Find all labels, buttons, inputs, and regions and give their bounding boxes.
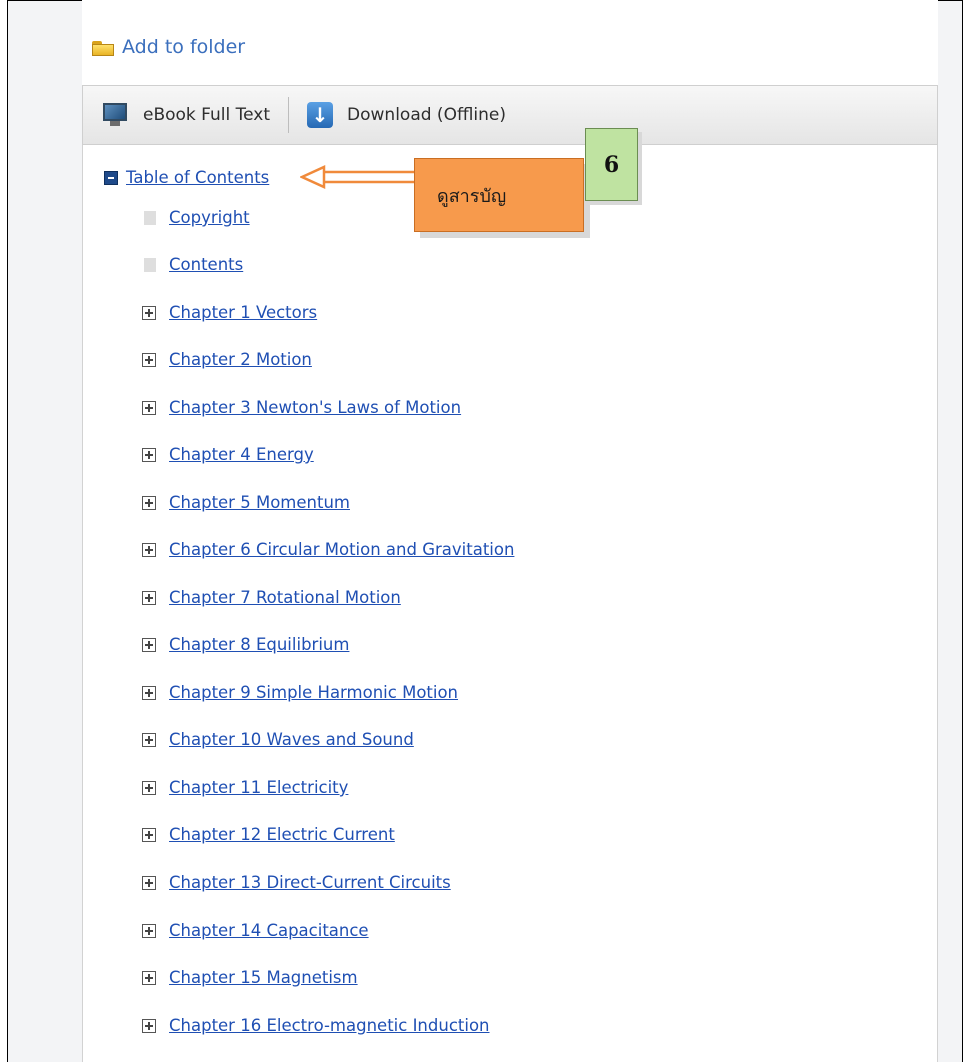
toc-chapter-row: Chapter 11 Electricity (142, 778, 348, 797)
toc-chapter-row: Chapter 10 Waves and Sound (142, 730, 414, 749)
chapter-link[interactable]: Chapter 9 Simple Harmonic Motion (169, 683, 458, 702)
toc-chapter-row: Chapter 7 Rotational Motion (142, 588, 401, 607)
page-icon (144, 257, 156, 272)
expand-icon[interactable] (142, 970, 156, 985)
toc-leaf-link[interactable]: Copyright (169, 208, 250, 227)
chapter-link[interactable]: Chapter 4 Energy (169, 445, 314, 464)
toc-title-link[interactable]: Table of Contents (126, 168, 269, 187)
toc-chapter-row: Chapter 16 Electro-magnetic Induction (142, 1016, 490, 1035)
chapter-link[interactable]: Chapter 14 Capacitance (169, 921, 369, 940)
chapter-link[interactable]: Chapter 5 Momentum (169, 493, 350, 512)
toc-chapter-row: Chapter 9 Simple Harmonic Motion (142, 683, 458, 702)
chapter-link[interactable]: Chapter 1 Vectors (169, 303, 317, 322)
chapter-link[interactable]: Chapter 13 Direct-Current Circuits (169, 873, 451, 892)
step-number: 6 (603, 151, 620, 178)
expand-icon[interactable] (142, 1018, 156, 1033)
toc-chapter-row: Chapter 6 Circular Motion and Gravitatio… (142, 540, 514, 559)
toc-chapter-row: Chapter 13 Direct-Current Circuits (142, 873, 451, 892)
expand-icon[interactable] (142, 305, 156, 320)
expand-icon[interactable] (142, 923, 156, 938)
toc-chapter-row: Chapter 14 Capacitance (142, 921, 369, 940)
chapter-link[interactable]: Chapter 15 Magnetism (169, 968, 358, 987)
toc-chapter-row: Chapter 12 Electric Current (142, 825, 395, 844)
toc-chapter-row: Chapter 4 Energy (142, 445, 314, 464)
chapter-link[interactable]: Chapter 8 Equilibrium (169, 635, 349, 654)
download-offline-label: Download (Offline) (347, 105, 506, 125)
chapter-link[interactable]: Chapter 12 Electric Current (169, 825, 395, 844)
expand-icon[interactable] (142, 685, 156, 700)
expand-icon[interactable] (142, 447, 156, 462)
page-icon (144, 210, 156, 225)
toc-chapter-row: Chapter 1 Vectors (142, 303, 317, 322)
add-to-folder-link[interactable]: Add to folder (92, 34, 245, 60)
annotation-callout: ดูสารบัญ (414, 158, 584, 232)
toc-leaf-row: Copyright (144, 208, 250, 227)
toc-chapter-row: Chapter 3 Newton's Laws of Motion (142, 398, 461, 417)
toc-leaf-row: Contents (144, 255, 243, 274)
format-toolbar: eBook Full Text Download (Offline) (82, 85, 938, 145)
toc-chapter-row: Chapter 15 Magnetism (142, 968, 358, 987)
expand-icon[interactable] (142, 542, 156, 557)
ebook-full-text-label: eBook Full Text (143, 105, 271, 125)
expand-icon[interactable] (142, 732, 156, 747)
annotation-arrow-icon (300, 165, 420, 189)
chapter-link[interactable]: Chapter 6 Circular Motion and Gravitatio… (169, 540, 514, 559)
chapter-link[interactable]: Chapter 7 Rotational Motion (169, 588, 401, 607)
ebook-full-text-button[interactable]: eBook Full Text (83, 86, 288, 144)
toc-chapter-row: Chapter 5 Momentum (142, 493, 350, 512)
folder-icon (92, 39, 114, 56)
add-to-folder-label: Add to folder (122, 36, 246, 58)
toc-leaf-link[interactable]: Contents (169, 255, 243, 274)
expand-icon[interactable] (142, 875, 156, 890)
chapter-link[interactable]: Chapter 10 Waves and Sound (169, 730, 414, 749)
toc-chapter-row: Chapter 8 Equilibrium (142, 635, 349, 654)
expand-icon[interactable] (142, 827, 156, 842)
step-number-badge: 6 (585, 128, 638, 201)
collapse-icon[interactable] (104, 170, 118, 185)
download-offline-button[interactable]: Download (Offline) (289, 86, 524, 144)
chapter-link[interactable]: Chapter 2 Motion (169, 350, 312, 369)
expand-icon[interactable] (142, 352, 156, 367)
expand-icon[interactable] (142, 780, 156, 795)
expand-icon[interactable] (142, 590, 156, 605)
annotation-callout-text: ดูสารบัญ (437, 185, 507, 207)
expand-icon[interactable] (142, 637, 156, 652)
expand-icon[interactable] (142, 400, 156, 415)
expand-icon[interactable] (142, 495, 156, 510)
chapter-link[interactable]: Chapter 11 Electricity (169, 778, 348, 797)
chapter-link[interactable]: Chapter 3 Newton's Laws of Motion (169, 398, 461, 417)
download-icon (307, 102, 334, 128)
toc-chapter-row: Chapter 2 Motion (142, 350, 312, 369)
monitor-icon (101, 102, 129, 128)
chapter-link[interactable]: Chapter 16 Electro-magnetic Induction (169, 1016, 490, 1035)
toc-header-row: Table of Contents (104, 168, 269, 187)
